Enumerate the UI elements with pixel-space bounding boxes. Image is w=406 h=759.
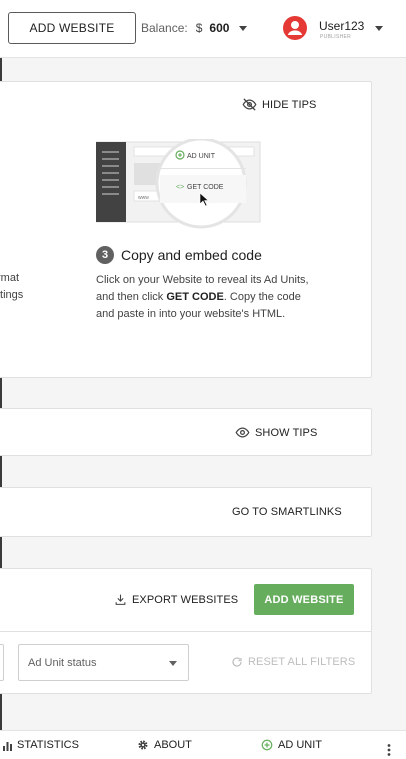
show-tips-card: SHOW TIPS: [0, 408, 372, 456]
bottom-nav-bar: STATISTICS ABOUT AD UNIT: [0, 730, 406, 759]
ad-unit-label: AD UNIT: [278, 739, 322, 751]
go-to-smartlinks-button[interactable]: GO TO SMARTLINKS: [232, 506, 342, 518]
hide-tips-label: HIDE TIPS: [262, 98, 317, 111]
person-icon: [287, 21, 303, 35]
go-to-smartlinks-label: GO TO SMARTLINKS: [232, 506, 342, 518]
statistics-nav-item[interactable]: STATISTICS: [3, 739, 79, 751]
add-circle-icon: [261, 739, 273, 751]
show-tips-button[interactable]: SHOW TIPS: [235, 425, 317, 440]
about-label: ABOUT: [154, 739, 192, 751]
balance-currency: $: [195, 21, 203, 35]
balance-dropdown[interactable]: Balance: $ 600: [141, 20, 248, 36]
balance-label: Balance:: [141, 21, 188, 35]
chevron-down-icon: [169, 661, 177, 666]
svg-text:GET CODE: GET CODE: [187, 184, 224, 191]
caret-down-icon: [375, 26, 383, 31]
websites-card: EXPORT WEBSITES ADD WEBSITE Ad Unit stat…: [0, 568, 372, 694]
bar-chart-icon: [3, 741, 12, 751]
step-heading: 3 Copy and embed code: [96, 246, 262, 264]
top-header: ADD WEBSITE Balance: $ 600 User123 PUBLI…: [0, 0, 406, 58]
add-website-primary-button[interactable]: ADD WEBSITE: [254, 584, 354, 615]
filter-input-partial[interactable]: [0, 644, 4, 681]
show-tips-label: SHOW TIPS: [255, 426, 318, 439]
more-vert-icon[interactable]: [387, 744, 391, 756]
eye-off-icon: [242, 98, 257, 111]
reset-all-filters-button[interactable]: RESET ALL FILTERS: [231, 656, 355, 668]
statistics-label: STATISTICS: [17, 739, 79, 751]
caret-down-icon: [239, 25, 248, 31]
svg-text:<>: <>: [176, 184, 184, 191]
previous-step-text-fragment: rmat: [0, 272, 19, 284]
svg-text:www: www: [138, 195, 149, 201]
gear-icon: [138, 740, 148, 750]
smartlinks-card: GO TO SMARTLINKS: [0, 487, 372, 537]
download-icon: [115, 594, 126, 605]
add-website-button[interactable]: ADD WEBSITE: [8, 12, 136, 44]
add-ad-unit-nav-item[interactable]: AD UNIT: [261, 739, 322, 751]
previous-step-text-fragment: ttings: [0, 289, 24, 301]
user-name: User123: [319, 19, 365, 33]
tips-card: HIDE TIPS www AD UNIT <> GET CODE 3 Copy…: [0, 81, 372, 378]
reset-all-filters-label: RESET ALL FILTERS: [248, 656, 356, 668]
step-number-badge: 3: [96, 246, 114, 264]
ad-unit-status-label: Ad Unit status: [28, 657, 97, 669]
user-role: PUBLISHER: [320, 34, 352, 40]
balance-amount: 600: [209, 21, 230, 35]
step-title: Copy and embed code: [121, 247, 262, 263]
svg-text:AD UNIT: AD UNIT: [187, 153, 216, 160]
ad-unit-status-select[interactable]: Ad Unit status: [18, 644, 189, 681]
embed-code-illustration: www AD UNIT <> GET CODE: [95, 137, 266, 229]
eye-icon: [235, 427, 250, 438]
refresh-icon: [232, 657, 242, 667]
export-websites-button[interactable]: EXPORT WEBSITES: [114, 593, 238, 606]
about-nav-item[interactable]: ABOUT: [137, 739, 192, 751]
export-websites-label: EXPORT WEBSITES: [132, 593, 239, 606]
step-description: Click on your Website to reveal its Ad U…: [96, 274, 309, 320]
avatar: [283, 16, 307, 40]
hide-tips-button[interactable]: HIDE TIPS: [242, 97, 317, 112]
divider: [0, 631, 371, 632]
